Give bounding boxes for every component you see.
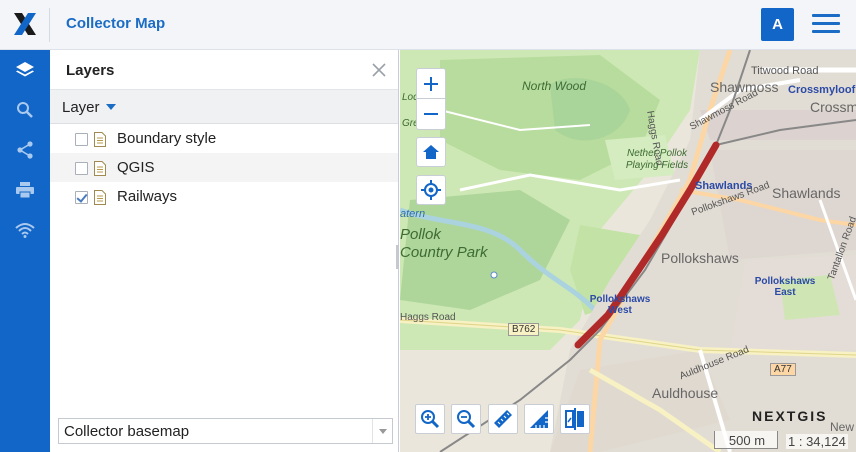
plus-icon bbox=[424, 76, 438, 91]
layers-panel: Layers Layer Boundary style QGIS Railway… bbox=[50, 50, 399, 452]
wifi-icon bbox=[15, 223, 35, 238]
home-extent-button[interactable] bbox=[416, 137, 446, 167]
caret-down-icon bbox=[106, 104, 116, 110]
zoom-out-button[interactable] bbox=[416, 99, 446, 130]
scale-ratio: 1 : 34,124 bbox=[786, 434, 848, 449]
zoom-in-magnifier-icon bbox=[421, 410, 440, 429]
layer-label: QGIS bbox=[117, 159, 155, 176]
panel-resize-handle[interactable] bbox=[396, 245, 399, 269]
swipe-compare-button[interactable] bbox=[560, 404, 590, 434]
close-icon[interactable] bbox=[370, 61, 388, 79]
document-icon bbox=[94, 132, 106, 147]
panel-header: Layers bbox=[50, 50, 398, 90]
layer-row[interactable]: Railways bbox=[50, 182, 398, 211]
layer-column-label: Layer bbox=[62, 99, 100, 116]
locate-button[interactable] bbox=[416, 175, 446, 205]
chevron-down-icon[interactable] bbox=[372, 419, 392, 443]
layer-label: Boundary style bbox=[117, 130, 217, 147]
scale-bar-label: 500 m bbox=[728, 433, 766, 448]
area-ruler-icon bbox=[530, 410, 548, 428]
sidebar-item-share[interactable] bbox=[0, 130, 50, 170]
map-label: Shawlands bbox=[772, 185, 841, 201]
document-icon bbox=[94, 190, 106, 205]
map-label: Pollokshaws bbox=[661, 250, 739, 266]
app-title: Collector Map bbox=[66, 15, 166, 32]
search-icon bbox=[17, 102, 33, 118]
map-label: Haggs Road bbox=[400, 312, 456, 323]
logo-divider bbox=[49, 8, 50, 42]
layers-icon bbox=[16, 62, 34, 77]
minus-icon bbox=[424, 113, 438, 115]
sidebar-item-search[interactable] bbox=[0, 90, 50, 130]
zoom-in-tool-button[interactable] bbox=[415, 404, 445, 434]
map-label: atern bbox=[400, 208, 426, 220]
left-toolbar bbox=[0, 50, 50, 452]
document-icon bbox=[94, 161, 106, 176]
map-label: North Wood bbox=[522, 79, 587, 93]
user-avatar[interactable]: A bbox=[761, 8, 794, 41]
scale-bar: 500 m bbox=[714, 431, 778, 449]
sidebar-item-print[interactable] bbox=[0, 170, 50, 210]
layer-label: Railways bbox=[117, 188, 178, 205]
map-label: Auldhouse bbox=[652, 385, 719, 401]
nextgis-brand-logo: NEXTGIS bbox=[752, 408, 828, 424]
layer-checkbox[interactable] bbox=[75, 191, 88, 204]
map-view[interactable]: Titwood Road Shawmoss Crossmyloof Crossm… bbox=[400, 50, 856, 452]
sidebar-item-wifi[interactable] bbox=[0, 210, 50, 250]
map-road-shield: A77 bbox=[770, 363, 796, 376]
zoom-in-button[interactable] bbox=[416, 68, 446, 99]
map-label: Titwood Road bbox=[751, 65, 819, 77]
measure-distance-button[interactable] bbox=[488, 404, 518, 434]
layer-checkbox[interactable] bbox=[75, 133, 88, 146]
basemap-value: Collector basemap bbox=[64, 423, 190, 440]
home-icon bbox=[423, 145, 439, 159]
map-road-shield: B762 bbox=[508, 323, 540, 336]
sidebar-item-layers[interactable] bbox=[0, 50, 50, 90]
ruler-icon bbox=[494, 410, 512, 428]
crosshair-icon bbox=[421, 180, 441, 200]
layer-checkbox[interactable] bbox=[75, 162, 88, 175]
hamburger-menu-icon[interactable] bbox=[812, 14, 840, 36]
measure-area-button[interactable] bbox=[524, 404, 554, 434]
layer-row[interactable]: Boundary style bbox=[50, 124, 398, 153]
share-icon bbox=[17, 141, 33, 159]
print-icon bbox=[16, 182, 34, 199]
panel-title: Layers bbox=[66, 62, 115, 79]
map-label: Crossmyloof bbox=[788, 84, 856, 96]
map-label: Pollok Country Park bbox=[400, 226, 488, 261]
map-label: Crossm bbox=[810, 99, 856, 115]
zoom-out-tool-button[interactable] bbox=[451, 404, 481, 434]
map-label: Nether Pollok Playing Fields bbox=[625, 148, 689, 171]
top-bar: Collector Map A bbox=[0, 0, 856, 50]
nextgis-logo-icon[interactable] bbox=[11, 10, 39, 38]
map-label: Pollokshaws West bbox=[589, 294, 651, 316]
basemap-select[interactable]: Collector basemap bbox=[58, 418, 393, 444]
swipe-icon bbox=[565, 408, 584, 430]
layer-column-header[interactable]: Layer bbox=[50, 90, 398, 124]
zoom-out-magnifier-icon bbox=[457, 410, 476, 429]
map-label: Pollokshaws East bbox=[754, 276, 816, 298]
map-label: New bbox=[830, 420, 855, 434]
layer-row[interactable]: QGIS bbox=[50, 153, 398, 182]
